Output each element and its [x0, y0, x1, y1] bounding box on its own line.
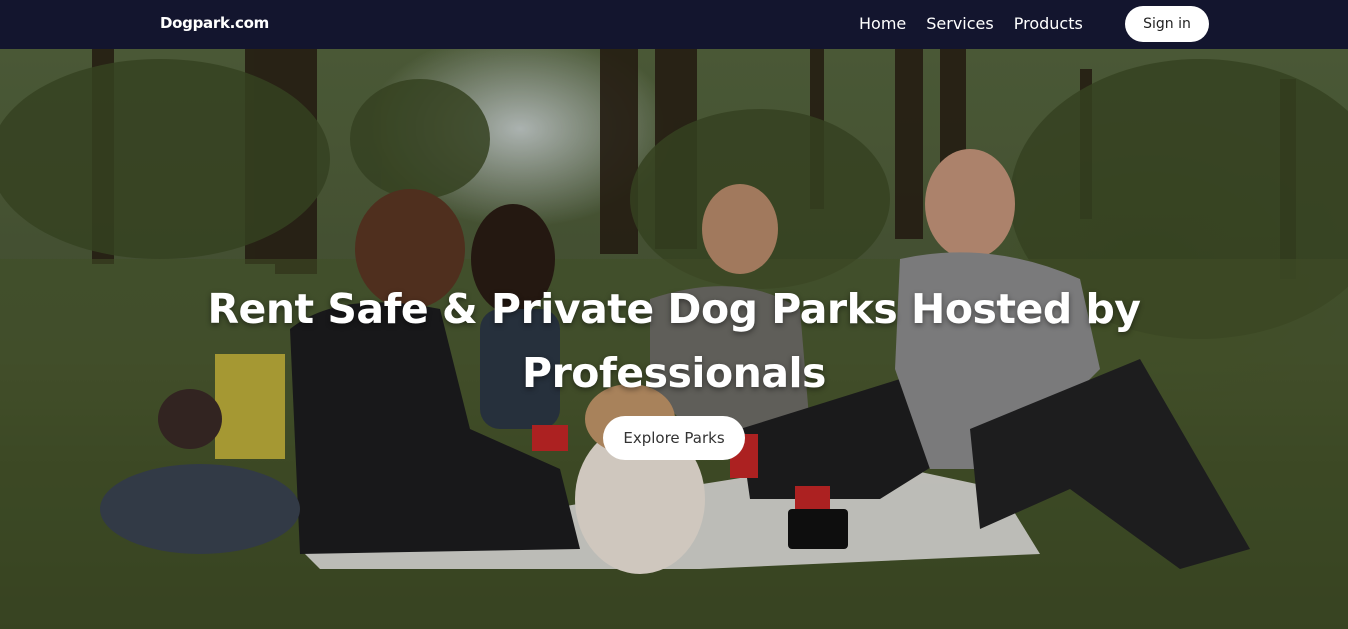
nav-link-home[interactable]: Home [859, 14, 906, 34]
top-navbar: Dogpark.com Home Services Products Sign … [0, 0, 1348, 49]
sign-in-button[interactable]: Sign in [1125, 6, 1209, 42]
primary-nav: Home Services Products [859, 14, 1083, 34]
nav-link-services[interactable]: Services [926, 14, 993, 34]
explore-parks-button[interactable]: Explore Parks [603, 416, 745, 460]
hero-section: Rent Safe & Private Dog Parks Hosted by … [0, 49, 1348, 629]
brand-logo[interactable]: Dogpark.com [160, 14, 269, 32]
hero-headline: Rent Safe & Private Dog Parks Hosted by … [207, 285, 1141, 397]
nav-link-products[interactable]: Products [1014, 14, 1083, 34]
